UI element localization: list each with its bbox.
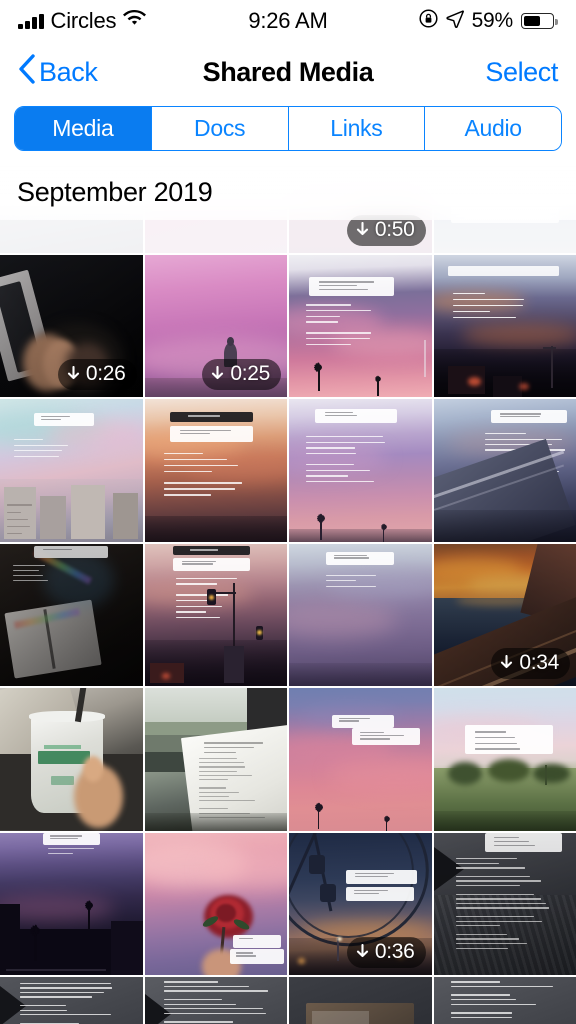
media-grid-photo-cell[interactable] <box>0 399 143 542</box>
media-grid-photo-cell[interactable] <box>434 977 576 1024</box>
carrier-name: Circles <box>51 8 117 34</box>
video-duration-label: 0:36 <box>375 940 415 964</box>
navigation-bar: Back Shared Media Select <box>0 42 576 102</box>
media-grid-video-cell[interactable]: 0:26 <box>0 255 143 398</box>
media-thumbnail <box>0 977 143 1024</box>
media-grid-photo-cell[interactable] <box>434 688 576 831</box>
segmented-control-container: Media Docs Links Audio <box>0 102 576 165</box>
video-duration-badge: 0:36 <box>347 937 426 968</box>
media-grid[interactable]: 0:50 0:26 0:25 0:34 0:36 <box>0 165 576 1024</box>
segmented-control[interactable]: Media Docs Links Audio <box>14 106 562 151</box>
download-arrow-icon <box>66 366 81 382</box>
download-arrow-icon <box>499 655 514 671</box>
media-grid-video-cell[interactable]: 0:25 <box>145 255 288 398</box>
status-bar: Circles 9:26 AM 59% <box>0 0 576 42</box>
media-grid-photo-cell[interactable] <box>434 255 576 398</box>
media-thumbnail <box>0 544 143 687</box>
video-duration-badge: 0:25 <box>202 359 281 390</box>
video-duration-badge: 0:34 <box>491 648 570 679</box>
media-grid-viewport[interactable]: September 2019 0:50 0:26 0:25 0:34 0:36 <box>0 165 576 1024</box>
video-duration-label: 0:50 <box>375 218 415 242</box>
cellular-signal-icon <box>18 14 44 29</box>
media-grid-photo-cell[interactable] <box>0 688 143 831</box>
tab-media[interactable]: Media <box>15 107 152 150</box>
wifi-icon <box>123 10 146 32</box>
download-arrow-icon <box>210 366 225 382</box>
media-grid-photo-cell[interactable] <box>289 399 432 542</box>
media-grid-photo-cell[interactable] <box>0 977 143 1024</box>
status-bar-right: 59% <box>419 9 554 33</box>
status-bar-clock: 9:26 AM <box>248 8 327 34</box>
media-grid-photo-cell[interactable] <box>289 977 432 1024</box>
tab-links[interactable]: Links <box>289 107 426 150</box>
media-thumbnail <box>145 977 288 1024</box>
download-arrow-icon <box>355 222 370 238</box>
media-grid-photo-cell[interactable] <box>434 833 576 976</box>
tab-audio[interactable]: Audio <box>425 107 561 150</box>
back-button[interactable]: Back <box>18 54 97 91</box>
video-duration-badge: 0:26 <box>58 359 137 390</box>
media-grid-photo-cell[interactable] <box>145 688 288 831</box>
media-grid-photo-cell[interactable] <box>0 544 143 687</box>
media-thumbnail <box>0 399 143 542</box>
tab-docs[interactable]: Docs <box>152 107 289 150</box>
media-thumbnail <box>145 544 288 687</box>
media-thumbnail <box>145 833 288 976</box>
media-grid-photo-cell[interactable] <box>289 544 432 687</box>
media-thumbnail <box>0 833 143 976</box>
media-thumbnail <box>0 688 143 831</box>
media-thumbnail <box>434 399 576 542</box>
media-grid-photo-cell[interactable] <box>0 833 143 976</box>
location-arrow-icon <box>446 10 464 33</box>
media-thumbnail <box>289 255 432 398</box>
video-duration-label: 0:26 <box>86 362 126 386</box>
media-grid-photo-cell[interactable] <box>434 399 576 542</box>
media-grid-photo-cell[interactable] <box>289 688 432 831</box>
media-thumbnail <box>289 399 432 542</box>
media-grid-photo-cell[interactable] <box>145 544 288 687</box>
battery-icon <box>521 13 554 29</box>
back-button-label: Back <box>39 57 97 88</box>
media-thumbnail <box>145 688 288 831</box>
media-thumbnail <box>289 544 432 687</box>
media-thumbnail <box>434 688 576 831</box>
media-thumbnail <box>434 977 576 1024</box>
video-duration-label: 0:34 <box>519 651 559 675</box>
media-grid-video-cell[interactable]: 0:34 <box>434 544 576 687</box>
media-thumbnail <box>289 688 432 831</box>
media-thumbnail <box>289 977 432 1024</box>
media-thumbnail <box>434 833 576 976</box>
status-bar-left: Circles <box>18 8 146 34</box>
video-duration-label: 0:25 <box>230 362 270 386</box>
media-grid-photo-cell[interactable] <box>145 399 288 542</box>
media-grid-photo-cell[interactable] <box>145 833 288 976</box>
battery-percent-label: 59% <box>472 9 513 33</box>
section-header-september-2019: September 2019 <box>0 165 576 220</box>
media-grid-video-cell[interactable]: 0:36 <box>289 833 432 976</box>
rotation-lock-icon <box>419 9 438 33</box>
media-thumbnail <box>434 255 576 398</box>
media-grid-photo-cell[interactable] <box>289 255 432 398</box>
media-grid-photo-cell[interactable] <box>145 977 288 1024</box>
download-arrow-icon <box>355 944 370 960</box>
chevron-left-icon <box>18 54 35 91</box>
select-button[interactable]: Select <box>485 57 558 88</box>
media-thumbnail <box>145 399 288 542</box>
